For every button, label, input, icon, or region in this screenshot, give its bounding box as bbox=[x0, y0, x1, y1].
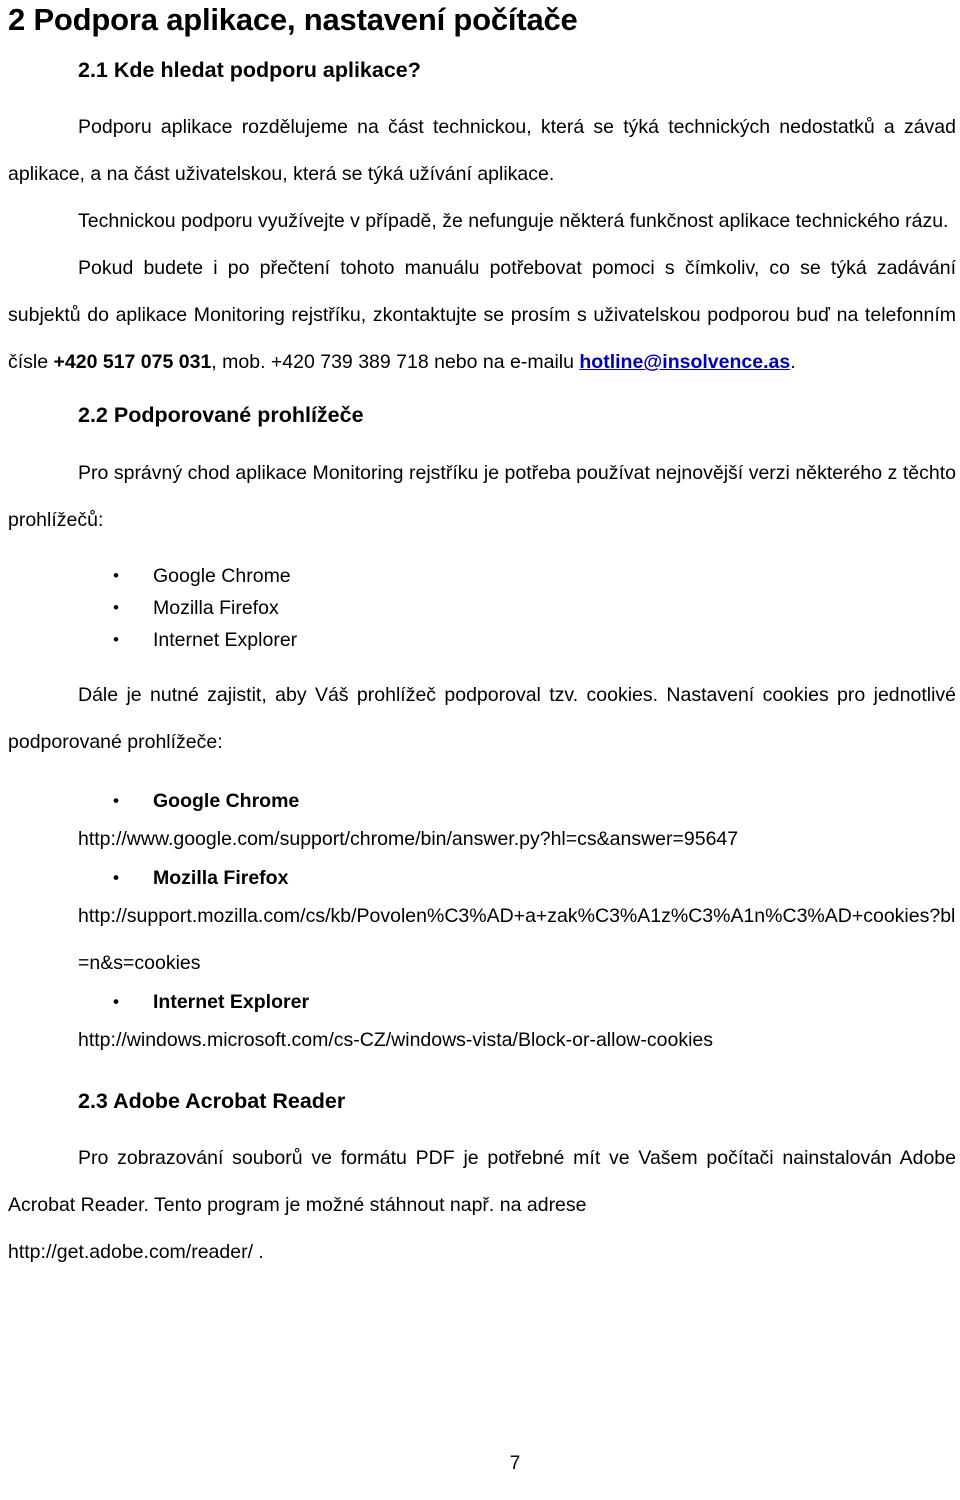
list-item: Google Chrome bbox=[113, 560, 956, 592]
heading-2-3: 2.3 Adobe Acrobat Reader bbox=[78, 1088, 346, 1113]
cookie-browser-ie: Internet Explorer bbox=[8, 987, 956, 1017]
heading-2-2: 2.2 Podporované prohlížeče bbox=[78, 403, 364, 428]
contact-text-part-4: . bbox=[790, 351, 796, 374]
paragraph-contact: Pokud budete i po přečtení tohoto manuál… bbox=[8, 245, 956, 386]
email-link-hotline[interactable]: hotline@insolvence.as bbox=[579, 351, 790, 373]
list-item: Internet Explorer bbox=[113, 987, 956, 1017]
list-item: Mozilla Firefox bbox=[113, 863, 956, 893]
contact-text-part-2: , mob. bbox=[211, 351, 271, 374]
cookie-browser-chrome: Google Chrome bbox=[8, 786, 956, 816]
phone-landline: +420 517 075 031 bbox=[53, 351, 212, 374]
url-adobe-reader[interactable]: http://get.adobe.com/reader/ . bbox=[8, 1229, 956, 1276]
url-firefox-cookies[interactable]: http://support.mozilla.com/cs/kb/Povolen… bbox=[78, 893, 956, 987]
browser-list: Google Chrome Mozilla Firefox Internet E… bbox=[8, 560, 956, 656]
url-ie-cookies[interactable]: http://windows.microsoft.com/cs-CZ/windo… bbox=[78, 1017, 956, 1064]
paragraph-technical-support: Technickou podporu využívejte v případě,… bbox=[78, 210, 949, 233]
heading-2-1: 2.1 Kde hledat podporu aplikace? bbox=[78, 57, 421, 82]
paragraph-acrobat: Pro zobrazování souborů ve formátu PDF j… bbox=[8, 1147, 956, 1217]
list-item: Google Chrome bbox=[113, 786, 956, 816]
paragraph-support-split: Podporu aplikace rozdělujeme na část tec… bbox=[8, 116, 956, 186]
page-content: 2 Podpora aplikace, nastavení počítače 2… bbox=[8, 0, 956, 1276]
cookie-browser-firefox: Mozilla Firefox bbox=[8, 863, 956, 893]
document-page: 2 Podpora aplikace, nastavení počítače 2… bbox=[0, 0, 960, 1500]
contact-text-part-3: nebo na e-mailu bbox=[428, 351, 580, 374]
list-item: Internet Explorer bbox=[113, 624, 956, 656]
url-chrome-cookies[interactable]: http://www.google.com/support/chrome/bin… bbox=[78, 816, 956, 863]
list-item: Mozilla Firefox bbox=[113, 592, 956, 624]
paragraph-cookies-intro: Dále je nutné zajistit, aby Váš prohlíže… bbox=[8, 683, 956, 753]
phone-mobile: +420 739 389 718 bbox=[270, 351, 429, 374]
page-title: 2 Podpora aplikace, nastavení počítače bbox=[8, 2, 578, 37]
footer-page-number: 7 bbox=[509, 1453, 521, 1474]
paragraph-browsers-intro: Pro správný chod aplikace Monitoring rej… bbox=[8, 461, 956, 531]
